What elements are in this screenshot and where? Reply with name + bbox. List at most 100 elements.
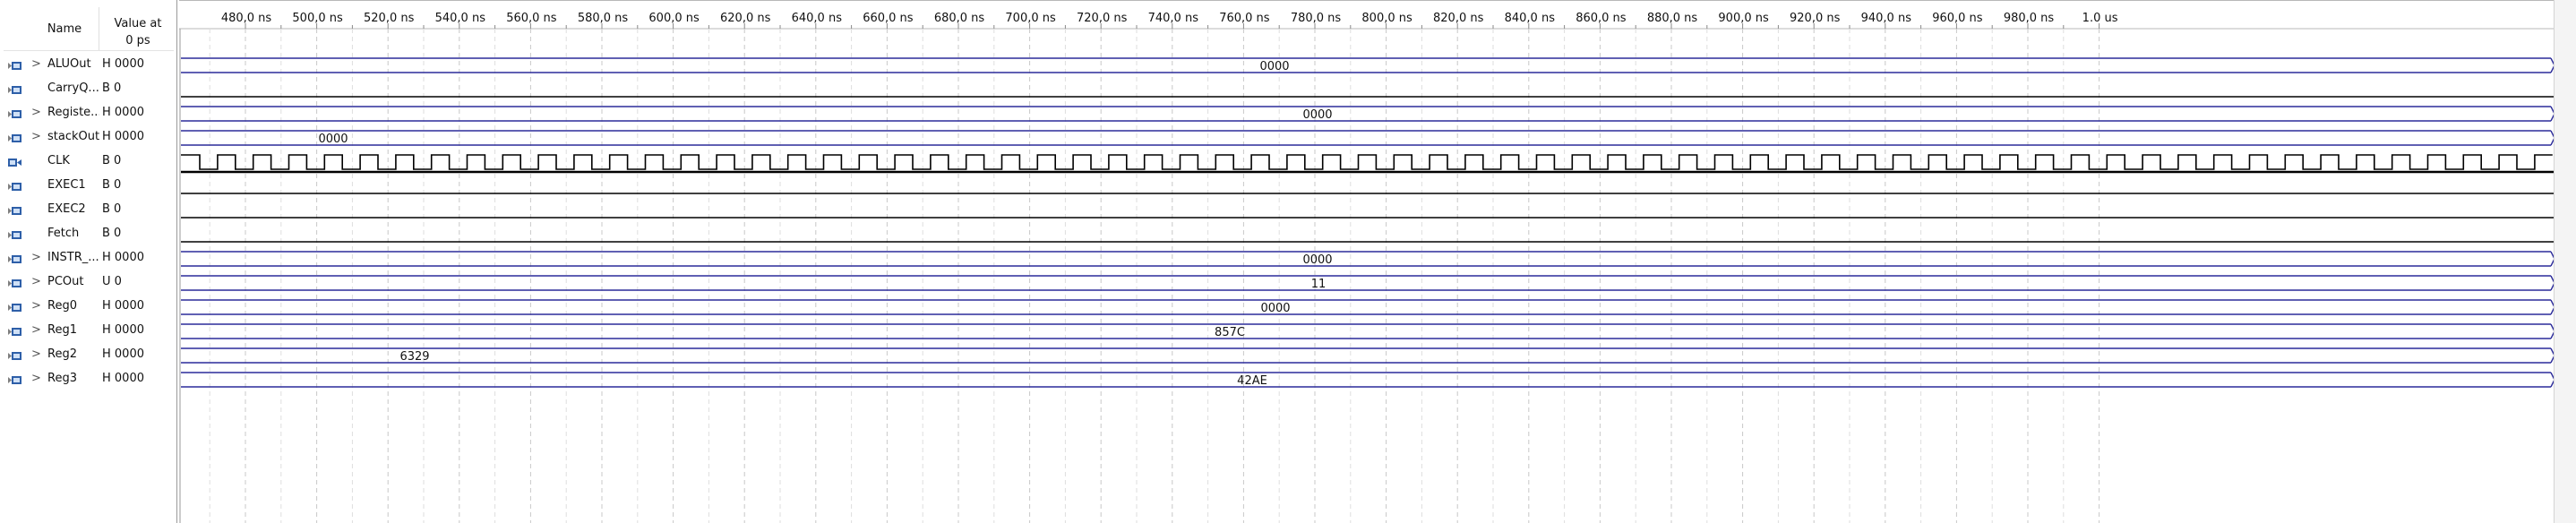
signal-row[interactable]: > ALUOut H 0000 — [0, 54, 176, 78]
signal-value: H 0000 — [102, 372, 144, 385]
signal-name: Registe... — [47, 106, 99, 119]
signal-row[interactable]: > stackOut H 0000 — [0, 126, 176, 150]
time-tick-label: 600,0 ns — [648, 12, 700, 25]
signal-row[interactable]: EXEC2 B 0 — [0, 199, 176, 223]
signal-row[interactable]: > Registe... H 0000 — [0, 102, 176, 126]
input-pin-icon — [7, 156, 22, 169]
name-column-header[interactable]: Name — [36, 22, 93, 36]
time-tick-label: 920,0 ns — [1790, 12, 1841, 25]
time-tick-label: 840,0 ns — [1505, 12, 1556, 25]
waveform-bus: 0000 — [181, 251, 2555, 267]
signal-row[interactable]: > Reg1 H 0000 — [0, 320, 176, 344]
bus-value-label: 0000 — [1260, 302, 1290, 315]
expand-chevron-icon[interactable]: > — [31, 372, 42, 386]
signal-value: H 0000 — [102, 106, 144, 119]
signal-row[interactable]: > Reg0 H 0000 — [0, 296, 176, 320]
signal-value: B 0 — [102, 154, 122, 167]
signal-value: B 0 — [102, 178, 122, 192]
signal-name: EXEC2 — [47, 202, 86, 216]
signal-value: U 0 — [102, 275, 122, 288]
waveform-bus: 0000 — [181, 130, 2555, 146]
waveform-bus: 42AE — [181, 372, 2555, 388]
signal-value: H 0000 — [102, 251, 144, 264]
signal-name: Fetch — [47, 227, 80, 240]
signal-row[interactable]: CLK B 0 — [0, 150, 176, 175]
signal-name: INSTR_... — [47, 251, 99, 264]
bus-value-label: 11 — [1311, 278, 1327, 291]
expand-chevron-icon — [31, 154, 42, 168]
time-tick-label: 580,0 ns — [578, 12, 629, 25]
time-tick-label: 540,0 ns — [435, 12, 486, 25]
waveform-bus: 0000 — [181, 299, 2555, 315]
signal-value: H 0000 — [102, 299, 144, 313]
expand-chevron-icon[interactable]: > — [31, 323, 42, 338]
panel-splitter[interactable] — [176, 0, 177, 523]
waveform-bus: 6329 — [181, 347, 2555, 364]
time-tick-label: 720,0 ns — [1077, 12, 1128, 25]
expand-chevron-icon — [31, 81, 42, 96]
time-tick-label: 980,0 ns — [2004, 12, 2055, 25]
signal-name: EXEC1 — [47, 178, 86, 192]
time-tick-label: 560,0 ns — [506, 12, 557, 25]
waveform-bus: 0000 — [181, 106, 2555, 122]
expand-chevron-icon[interactable]: > — [31, 251, 42, 265]
output-pin-icon — [7, 301, 22, 314]
signal-row[interactable]: EXEC1 B 0 — [0, 175, 176, 199]
signal-name: Reg0 — [47, 299, 77, 313]
bus-value-label: 42AE — [1237, 374, 1267, 388]
value-header-line2: 0 ps — [125, 34, 150, 47]
value-column-header[interactable]: Value at 0 ps — [102, 15, 174, 49]
signal-value: H 0000 — [102, 323, 144, 337]
bus-value-label: 857C — [1215, 326, 1245, 339]
time-tick-label: 900,0 ns — [1718, 12, 1769, 25]
expand-chevron-icon[interactable]: > — [31, 130, 42, 144]
signal-row[interactable]: > PCOut U 0 — [0, 271, 176, 296]
bus-value-label: 0000 — [1302, 108, 1332, 122]
time-tick-label: 1.0 us — [2082, 12, 2118, 25]
time-tick-label: 740,0 ns — [1148, 12, 1199, 25]
signal-name: CLK — [47, 154, 70, 167]
bus-value-label: 0000 — [318, 133, 348, 146]
output-pin-icon — [7, 325, 22, 339]
output-pin-icon — [7, 204, 22, 218]
time-tick-label: 620,0 ns — [720, 12, 771, 25]
waveform-panel[interactable]: 480,0 ns 500,0 ns 520,0 ns 540,0 ns 560,0 ns… — [179, 0, 2576, 523]
waveform-canvas[interactable]: 480,0 ns 500,0 ns 520,0 ns 540,0 ns 560,0 ns… — [179, 0, 2576, 523]
signal-name: stackOut — [47, 130, 99, 143]
expand-chevron-icon[interactable]: > — [31, 57, 42, 72]
vertical-scrollbar[interactable] — [2554, 0, 2576, 523]
time-tick-label: 940,0 ns — [1861, 12, 1912, 25]
expand-chevron-icon[interactable]: > — [31, 347, 42, 362]
value-header-line1: Value at — [114, 17, 162, 30]
signal-row[interactable]: Fetch B 0 — [0, 223, 176, 247]
expand-chevron-icon[interactable]: > — [31, 275, 42, 289]
signal-value: H 0000 — [102, 347, 144, 361]
signal-name: ALUOut — [47, 57, 91, 71]
signal-name: Reg2 — [47, 347, 77, 361]
time-tick-label: 960,0 ns — [1932, 12, 1983, 25]
signal-value: B 0 — [102, 202, 122, 216]
expand-chevron-icon[interactable]: > — [31, 106, 42, 120]
bus-value-label: 0000 — [1259, 60, 1289, 73]
time-tick-label: 680,0 ns — [934, 12, 985, 25]
output-pin-icon — [7, 107, 22, 121]
time-tick-label: 660,0 ns — [863, 12, 914, 25]
signal-name: PCOut — [47, 275, 84, 288]
expand-chevron-icon[interactable]: > — [31, 299, 42, 313]
signal-row[interactable]: > Reg2 H 0000 — [0, 344, 176, 368]
output-pin-icon — [7, 132, 22, 145]
expand-chevron-icon — [31, 202, 42, 217]
signal-name: Reg1 — [47, 323, 77, 337]
time-tick-label: 640,0 ns — [792, 12, 843, 25]
signal-row[interactable]: CarryQ... B 0 — [0, 78, 176, 102]
time-tick-label: 800,0 ns — [1361, 12, 1413, 25]
signal-value: H 0000 — [102, 57, 144, 71]
signal-row[interactable]: > INSTR_... H 0000 — [0, 247, 176, 271]
output-pin-icon — [7, 373, 22, 387]
signal-row[interactable]: > Reg3 H 0000 — [0, 368, 176, 392]
signal-name: CarryQ... — [47, 81, 99, 95]
time-tick-label: 820,0 ns — [1433, 12, 1484, 25]
waveform-bus: 11 — [181, 275, 2555, 291]
output-pin-icon — [7, 59, 22, 73]
bus-value-label: 0000 — [1302, 253, 1332, 267]
